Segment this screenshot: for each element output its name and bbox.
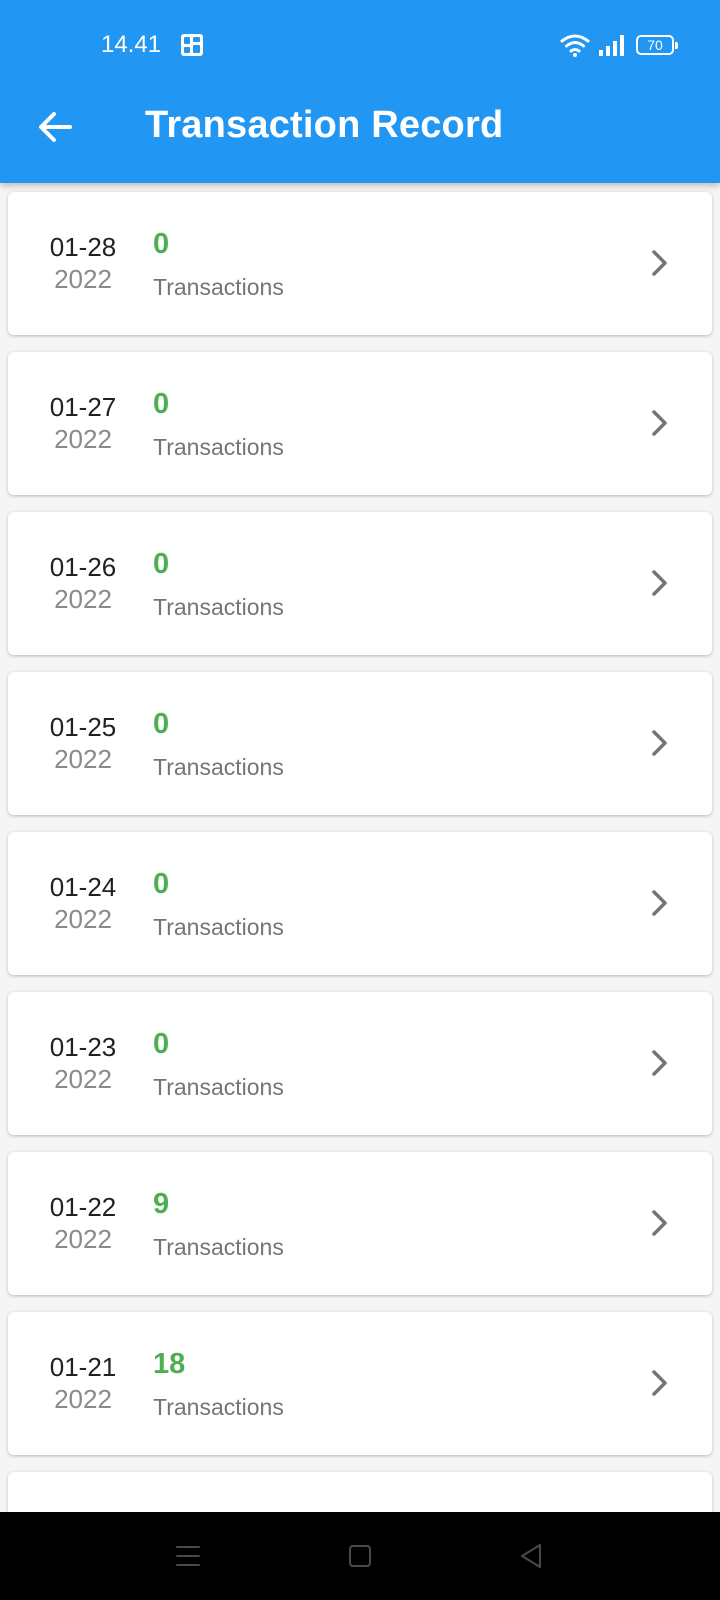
record-year: 2022 <box>54 424 112 454</box>
record-year: 2022 <box>54 264 112 294</box>
transaction-list[interactable]: 01-28 2022 0 Transactions 01-27 2022 0 T… <box>0 180 720 1512</box>
record-count-label: Transactions <box>153 914 284 940</box>
app-bar: 14.41 70 Transaction Record <box>0 0 720 183</box>
chevron-right-icon <box>652 250 667 276</box>
record-count-label: Transactions <box>153 434 284 460</box>
transaction-record-item[interactable]: 01-21 2022 18 Transactions <box>8 1312 712 1455</box>
record-year: 2022 <box>54 1224 112 1254</box>
record-count-label: Transactions <box>153 274 284 300</box>
record-date: 01-24 <box>49 872 117 902</box>
system-nav-bar <box>0 1512 720 1600</box>
record-date: 01-26 <box>49 552 117 582</box>
wifi-icon <box>560 34 590 57</box>
back-button[interactable] <box>34 105 78 149</box>
record-count: 0 <box>153 548 170 580</box>
chevron-right-icon <box>652 1050 667 1076</box>
chevron-right-icon <box>652 1370 667 1396</box>
transaction-record-item[interactable]: 01-24 2022 0 Transactions <box>8 832 712 975</box>
record-count-label: Transactions <box>153 1234 284 1260</box>
transaction-record-item[interactable]: 01-23 2022 0 Transactions <box>8 992 712 1135</box>
record-count: 0 <box>153 1028 170 1060</box>
transaction-record-item[interactable]: 01-22 2022 9 Transactions <box>8 1152 712 1295</box>
page-title: Transaction Record <box>145 104 504 146</box>
status-time: 14.41 <box>101 31 162 58</box>
record-count: 0 <box>153 868 170 900</box>
record-year: 2022 <box>54 744 112 774</box>
back-triangle-icon[interactable] <box>514 1538 550 1574</box>
record-year: 2022 <box>54 1064 112 1094</box>
record-year: 2022 <box>54 1384 112 1414</box>
record-count: 9 <box>153 1188 170 1220</box>
record-count: 0 <box>153 708 170 740</box>
battery-icon: 70 <box>636 35 678 55</box>
chevron-right-icon <box>652 570 667 596</box>
battery-level: 70 <box>647 37 663 53</box>
record-date: 01-25 <box>49 712 117 742</box>
signal-icon <box>599 35 624 56</box>
transaction-record-item[interactable]: 01-25 2022 0 Transactions <box>8 672 712 815</box>
transaction-record-item-partial[interactable] <box>8 1472 712 1512</box>
menu-icon[interactable] <box>170 1538 206 1574</box>
record-count-label: Transactions <box>153 754 284 780</box>
record-date: 01-21 <box>49 1352 117 1382</box>
record-date: 01-23 <box>49 1032 117 1062</box>
record-year: 2022 <box>54 904 112 934</box>
chevron-right-icon <box>652 410 667 436</box>
transaction-record-item[interactable]: 01-28 2022 0 Transactions <box>8 192 712 335</box>
app-screen: 14.41 70 Transaction Record 01-28 2022 0… <box>0 0 720 1600</box>
transaction-record-item[interactable]: 01-26 2022 0 Transactions <box>8 512 712 655</box>
record-count: 0 <box>153 228 170 260</box>
record-count-label: Transactions <box>153 1074 284 1100</box>
record-count: 18 <box>153 1348 186 1380</box>
chevron-right-icon <box>652 730 667 756</box>
record-date: 01-27 <box>49 392 117 422</box>
record-count-label: Transactions <box>153 1394 284 1420</box>
record-count: 0 <box>153 388 170 420</box>
record-count-label: Transactions <box>153 594 284 620</box>
sim-card-icon <box>181 34 203 56</box>
record-year: 2022 <box>54 584 112 614</box>
chevron-right-icon <box>652 890 667 916</box>
home-icon[interactable] <box>342 1538 378 1574</box>
transaction-record-item[interactable]: 01-27 2022 0 Transactions <box>8 352 712 495</box>
chevron-right-icon <box>652 1210 667 1236</box>
record-date: 01-28 <box>49 232 117 262</box>
record-date: 01-22 <box>49 1192 117 1222</box>
arrow-left-icon <box>39 112 72 142</box>
